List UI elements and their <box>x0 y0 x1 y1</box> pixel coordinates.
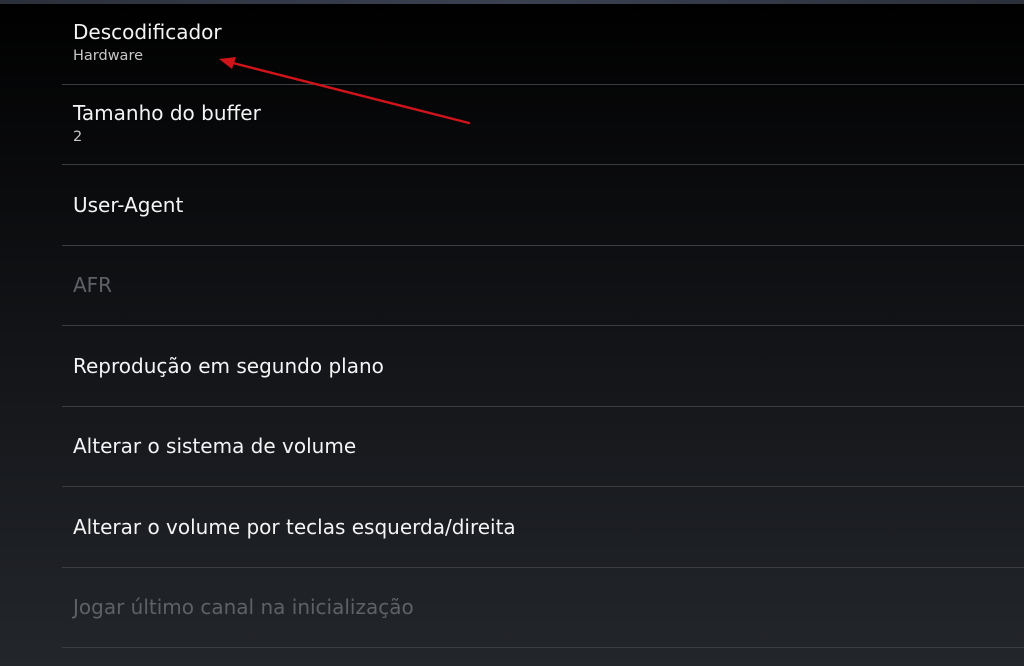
setting-title: Alterar o sistema de volume <box>73 434 357 459</box>
setting-volume-keys[interactable]: Alterar o volume por teclas esquerda/dir… <box>62 487 1024 568</box>
settings-screen: Descodificador Hardware Tamanho do buffe… <box>0 0 1024 666</box>
setting-play-last-channel: Jogar último canal na inicialização <box>62 568 1024 648</box>
setting-title: Reprodução em segundo plano <box>73 353 384 378</box>
setting-background-playback[interactable]: Reprodução em segundo plano <box>62 326 1024 407</box>
settings-list[interactable]: Descodificador Hardware Tamanho do buffe… <box>62 4 1024 648</box>
setting-title: User-Agent <box>73 192 184 217</box>
setting-summary: Hardware <box>73 48 144 64</box>
setting-buffer-size[interactable]: Tamanho do buffer 2 <box>62 85 1024 165</box>
setting-decoder[interactable]: Descodificador Hardware <box>62 4 1024 85</box>
setting-volume-system[interactable]: Alterar o sistema de volume <box>62 407 1024 487</box>
setting-title: Tamanho do buffer <box>73 100 261 125</box>
setting-summary: 2 <box>73 128 83 145</box>
setting-title: Jogar último canal na inicialização <box>73 595 414 620</box>
setting-title: Descodificador <box>73 20 222 44</box>
setting-afr: AFR <box>62 246 1024 326</box>
setting-title: AFR <box>73 273 113 298</box>
setting-title: Alterar o volume por teclas esquerda/dir… <box>73 514 516 539</box>
setting-user-agent[interactable]: User-Agent <box>62 165 1024 246</box>
